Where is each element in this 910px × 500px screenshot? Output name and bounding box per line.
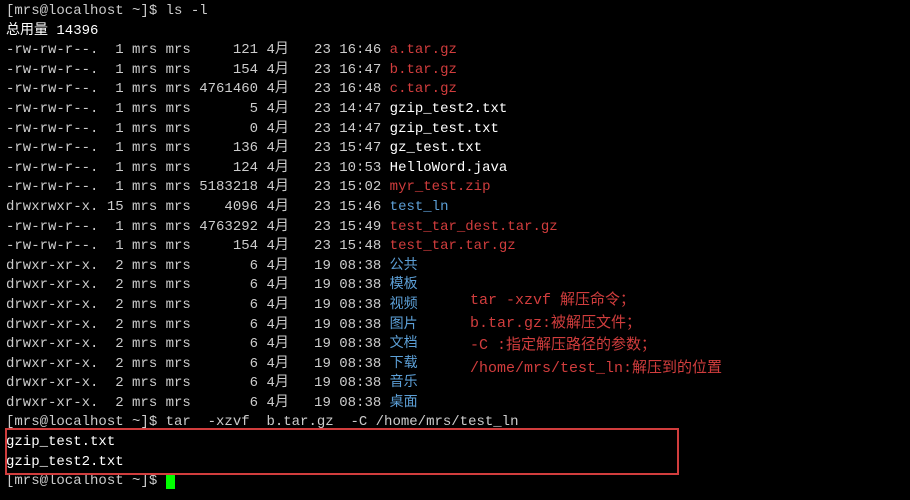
file-row: drwxr-xr-x. 2 mrs mrs 6 4月 19 08:38 文档 (6, 335, 904, 355)
file-row: -rw-rw-r--. 1 mrs mrs 4761460 4月 23 16:4… (6, 80, 904, 100)
file-name: myr_test.zip (390, 179, 491, 195)
file-name: 文档 (390, 336, 418, 352)
file-row: -rw-rw-r--. 1 mrs mrs 124 4月 23 10:53 He… (6, 159, 904, 179)
file-meta: drwxr-xr-x. 2 mrs mrs 6 4月 19 08:38 (6, 356, 390, 372)
file-meta: drwxr-xr-x. 2 mrs mrs 6 4月 19 08:38 (6, 375, 390, 391)
file-meta: drwxr-xr-x. 2 mrs mrs 6 4月 19 08:38 (6, 297, 390, 313)
annotation-line: tar -xzvf 解压命令； (470, 290, 722, 313)
file-row: drwxr-xr-x. 2 mrs mrs 6 4月 19 08:38 图片 (6, 316, 904, 336)
file-meta: -rw-rw-r--. 1 mrs mrs 5183218 4月 23 15:0… (6, 179, 390, 195)
file-meta: drwxr-xr-x. 2 mrs mrs 6 4月 19 08:38 (6, 317, 390, 333)
annotation-box: tar -xzvf 解压命令； b.tar.gz:被解压文件； -C :指定解压… (470, 290, 722, 380)
file-name: 视频 (390, 297, 418, 313)
file-meta: -rw-rw-r--. 1 mrs mrs 121 4月 23 16:46 (6, 42, 390, 58)
output-line: gzip_test2.txt (6, 453, 904, 473)
file-name: 桌面 (390, 395, 418, 411)
file-meta: drwxr-xr-x. 2 mrs mrs 6 4月 19 08:38 (6, 277, 390, 293)
file-name: test_tar.tar.gz (390, 238, 516, 254)
file-name: 公共 (390, 258, 418, 274)
file-row: drwxr-xr-x. 2 mrs mrs 6 4月 19 08:38 视频 (6, 296, 904, 316)
total-line: 总用量 14396 (6, 22, 904, 42)
file-name: test_ln (390, 199, 449, 215)
file-meta: -rw-rw-r--. 1 mrs mrs 0 4月 23 14:47 (6, 121, 390, 137)
file-meta: -rw-rw-r--. 1 mrs mrs 4763292 4月 23 15:4… (6, 219, 390, 235)
file-meta: -rw-rw-r--. 1 mrs mrs 136 4月 23 15:47 (6, 140, 390, 156)
file-meta: drwxr-xr-x. 2 mrs mrs 6 4月 19 08:38 (6, 258, 390, 274)
annotation-line: /home/mrs/test_ln:解压到的位置 (470, 358, 722, 381)
prompt: [mrs@localhost ~]$ (6, 473, 166, 489)
file-row: -rw-rw-r--. 1 mrs mrs 154 4月 23 16:47 b.… (6, 61, 904, 81)
file-row: -rw-rw-r--. 1 mrs mrs 5183218 4月 23 15:0… (6, 178, 904, 198)
file-name: HelloWord.java (390, 160, 508, 176)
file-meta: drwxr-xr-x. 2 mrs mrs 6 4月 19 08:38 (6, 336, 390, 352)
prompt-line: [mrs@localhost ~]$ ls -l (6, 2, 904, 22)
output-line: gzip_test.txt (6, 433, 904, 453)
file-meta: -rw-rw-r--. 1 mrs mrs 154 4月 23 16:47 (6, 62, 390, 78)
file-row: drwxrwxr-x. 15 mrs mrs 4096 4月 23 15:46 … (6, 198, 904, 218)
file-meta: -rw-rw-r--. 1 mrs mrs 154 4月 23 15:48 (6, 238, 390, 254)
file-meta: -rw-rw-r--. 1 mrs mrs 4761460 4月 23 16:4… (6, 81, 390, 97)
file-row: drwxr-xr-x. 2 mrs mrs 6 4月 19 08:38 模板 (6, 276, 904, 296)
file-name: 图片 (390, 317, 418, 333)
file-row: -rw-rw-r--. 1 mrs mrs 121 4月 23 16:46 a.… (6, 41, 904, 61)
file-name: gz_test.txt (390, 140, 482, 156)
file-row: -rw-rw-r--. 1 mrs mrs 136 4月 23 15:47 gz… (6, 139, 904, 159)
file-meta: drwxrwxr-x. 15 mrs mrs 4096 4月 23 15:46 (6, 199, 390, 215)
final-prompt-line[interactable]: [mrs@localhost ~]$ (6, 472, 904, 492)
file-row: -rw-rw-r--. 1 mrs mrs 154 4月 23 15:48 te… (6, 237, 904, 257)
file-row: -rw-rw-r--. 1 mrs mrs 4763292 4月 23 15:4… (6, 218, 904, 238)
annotation-line: -C :指定解压路径的参数； (470, 335, 722, 358)
terminal-window[interactable]: [mrs@localhost ~]$ ls -l 总用量 14396 -rw-r… (0, 0, 910, 494)
file-row: drwxr-xr-x. 2 mrs mrs 6 4月 19 08:38 下载 (6, 355, 904, 375)
file-meta: -rw-rw-r--. 1 mrs mrs 5 4月 23 14:47 (6, 101, 390, 117)
file-meta: -rw-rw-r--. 1 mrs mrs 124 4月 23 10:53 (6, 160, 390, 176)
file-row: -rw-rw-r--. 1 mrs mrs 5 4月 23 14:47 gzip… (6, 100, 904, 120)
file-name: 模板 (390, 277, 418, 293)
file-name: c.tar.gz (390, 81, 457, 97)
file-name: gzip_test2.txt (390, 101, 508, 117)
file-name: b.tar.gz (390, 62, 457, 78)
file-row: drwxr-xr-x. 2 mrs mrs 6 4月 19 08:38 桌面 (6, 394, 904, 414)
file-row: drwxr-xr-x. 2 mrs mrs 6 4月 19 08:38 音乐 (6, 374, 904, 394)
annotation-line: b.tar.gz:被解压文件； (470, 313, 722, 336)
file-row: -rw-rw-r--. 1 mrs mrs 0 4月 23 14:47 gzip… (6, 120, 904, 140)
cursor (166, 473, 175, 489)
file-name: a.tar.gz (390, 42, 457, 58)
file-name: 下载 (390, 356, 418, 372)
file-row: drwxr-xr-x. 2 mrs mrs 6 4月 19 08:38 公共 (6, 257, 904, 277)
file-name: 音乐 (390, 375, 418, 391)
file-name: gzip_test.txt (390, 121, 499, 137)
file-listing: -rw-rw-r--. 1 mrs mrs 121 4月 23 16:46 a.… (6, 41, 904, 413)
tar-command-line: [mrs@localhost ~]$ tar -xzvf b.tar.gz -C… (6, 413, 904, 433)
file-meta: drwxr-xr-x. 2 mrs mrs 6 4月 19 08:38 (6, 395, 390, 411)
file-name: test_tar_dest.tar.gz (390, 219, 558, 235)
